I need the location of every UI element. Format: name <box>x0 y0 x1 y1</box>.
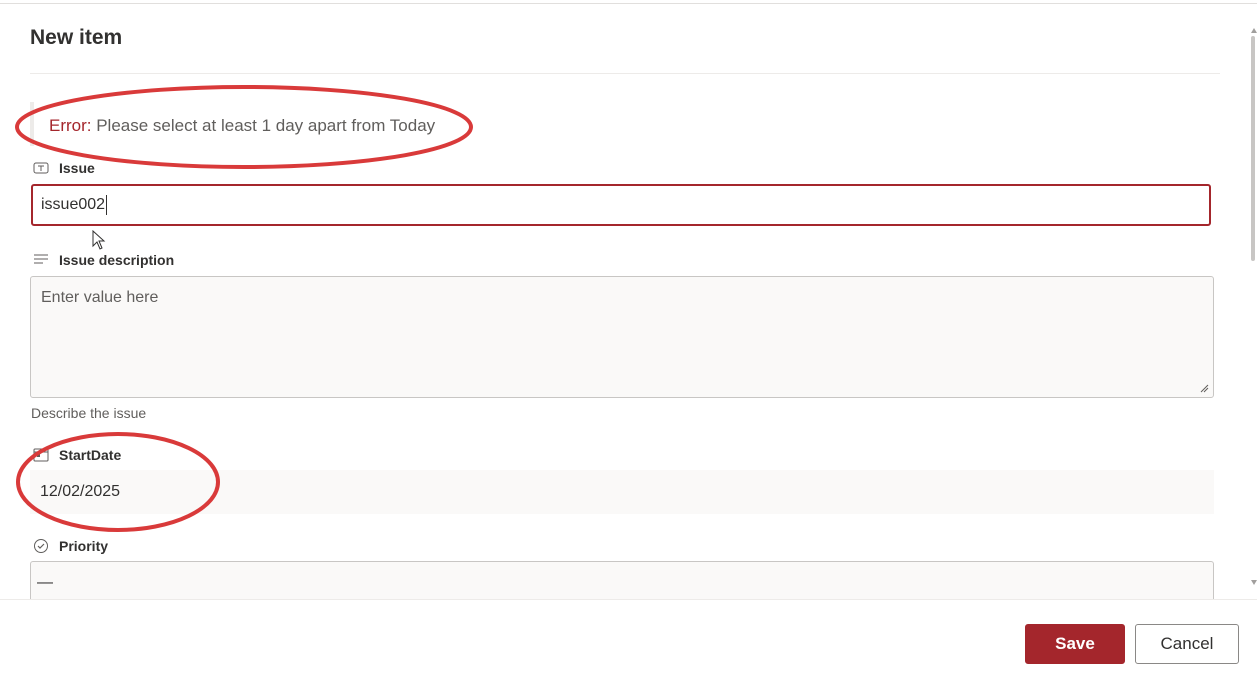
cancel-button[interactable]: Cancel <box>1135 624 1239 664</box>
panel-scrollbar[interactable] <box>1249 30 1257 590</box>
startdate-field[interactable]: 12/02/2025 <box>30 470 1214 514</box>
title-divider <box>30 73 1220 74</box>
error-prefix: Error: <box>49 116 92 135</box>
scroll-thumb[interactable] <box>1251 36 1255 261</box>
error-text: Please select at least 1 day apart from … <box>91 116 436 135</box>
resize-grip-icon[interactable] <box>1200 384 1209 393</box>
startdate-value: 12/02/2025 <box>40 483 121 500</box>
issue-value: issue002 <box>41 196 106 213</box>
text-caret <box>106 194 108 215</box>
description-textarea[interactable]: Enter value here <box>30 276 1214 398</box>
priority-label: Priority <box>59 538 109 554</box>
save-button[interactable]: Save <box>1025 624 1125 664</box>
top-border <box>0 0 1257 4</box>
scroll-down-arrow-icon[interactable] <box>1251 580 1257 585</box>
description-label: Issue description <box>59 252 175 268</box>
priority-value: — <box>37 574 53 591</box>
priority-dropdown[interactable]: — <box>30 561 1214 601</box>
mouse-pointer-icon <box>92 230 106 250</box>
panel-title: New item <box>30 26 123 49</box>
startdate-label: StartDate <box>59 447 122 463</box>
text-field-icon <box>33 162 49 174</box>
calendar-icon <box>33 448 49 462</box>
multiline-text-icon <box>34 254 48 264</box>
error-message: Error: Please select at least 1 day apar… <box>49 116 435 136</box>
choice-check-icon <box>34 539 48 553</box>
description-placeholder: Enter value here <box>41 289 159 306</box>
description-helper-text: Describe the issue <box>31 405 147 421</box>
issue-input[interactable]: issue002 <box>31 184 1211 226</box>
issue-label: Issue <box>59 160 95 176</box>
